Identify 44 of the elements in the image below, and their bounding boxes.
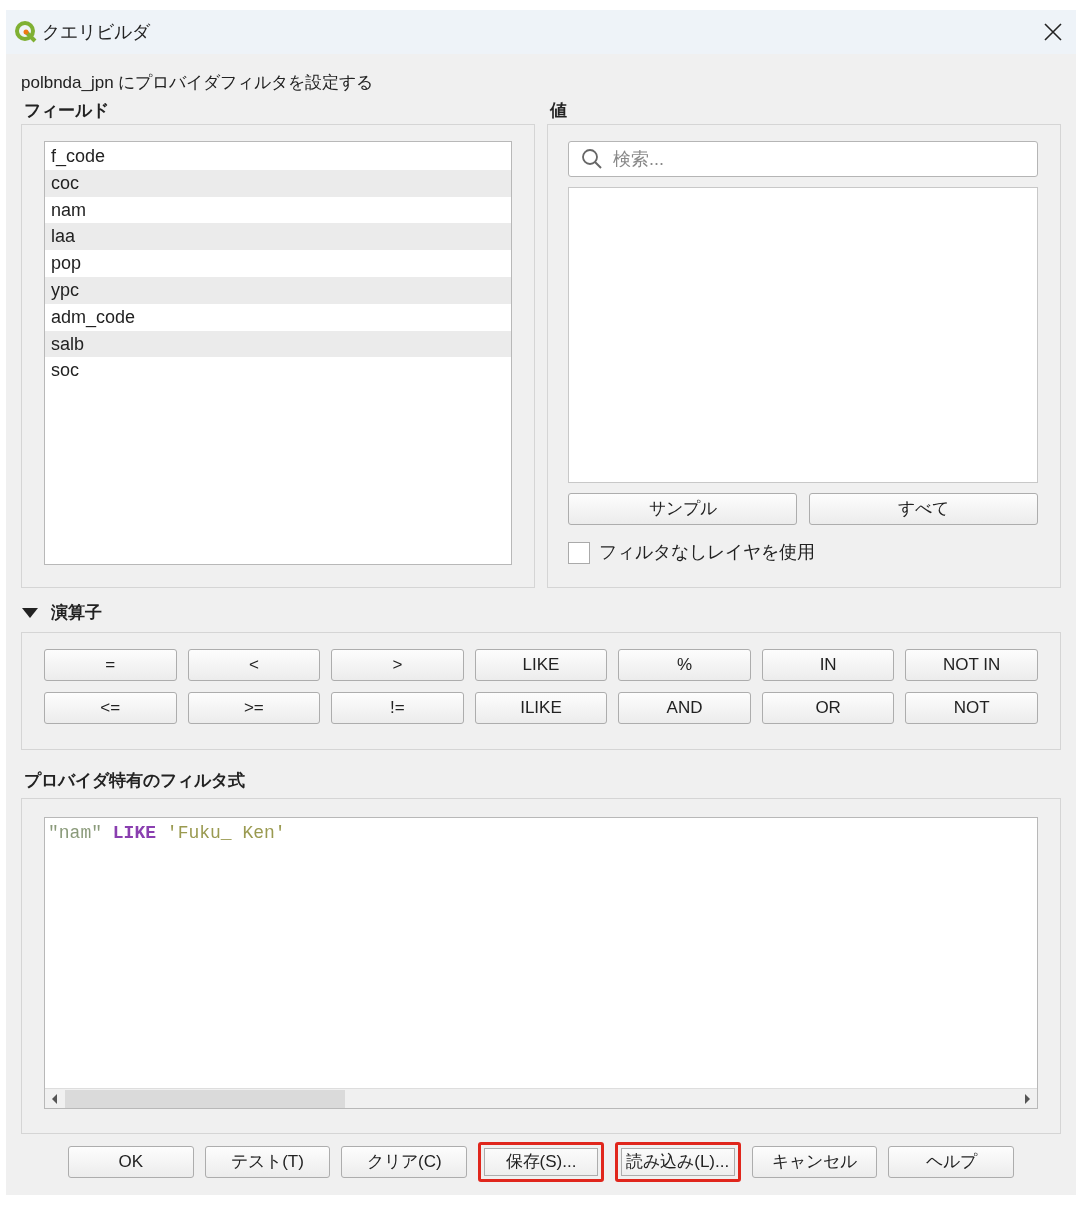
push-button[interactable]: AND [618, 692, 751, 724]
push-button[interactable]: > [331, 649, 464, 681]
section-label: プロバイダ特有のフィルタ式 [23, 770, 246, 792]
collapse-triangle-icon[interactable] [21, 607, 39, 619]
push-button[interactable]: LIKE [474, 649, 608, 681]
window-title: クエリビルダ [42, 20, 150, 44]
push-button[interactable]: クリア(C) [341, 1146, 468, 1178]
section-label: フィールド [23, 100, 110, 122]
search-icon [581, 148, 603, 170]
expression-editor[interactable]: "nam" LIKE 'Fuku_ Ken' [44, 817, 1038, 1109]
push-button[interactable]: OR [761, 692, 895, 724]
push-button[interactable]: = [44, 649, 177, 681]
push-button[interactable]: ILIKE [474, 692, 608, 724]
field-item[interactable]: laa [45, 223, 511, 251]
section-label: 値 [549, 100, 568, 122]
checkbox-label: フィルタなしレイヤを使用 [599, 541, 815, 564]
push-button[interactable]: 読み込み(L)... [614, 1142, 741, 1182]
push-button[interactable]: % [618, 649, 751, 681]
checkbox[interactable] [568, 541, 590, 564]
push-button[interactable]: < [187, 649, 321, 681]
push-button[interactable]: OK [68, 1146, 194, 1178]
push-button[interactable]: != [331, 692, 464, 724]
field-item[interactable]: ypc [45, 277, 511, 304]
app-logo-icon [14, 20, 38, 44]
field-item[interactable]: coc [45, 169, 511, 197]
push-button[interactable]: NOT [905, 692, 1038, 724]
push-button[interactable]: キャンセル [751, 1146, 878, 1178]
push-button[interactable]: ヘルプ [888, 1146, 1014, 1178]
scrollbar-thumb[interactable] [65, 1089, 345, 1108]
section-label: 演算子 [51, 602, 102, 625]
push-button[interactable]: >= [187, 692, 321, 724]
expression-code: "nam" LIKE 'Fuku_ Ken' [48, 823, 286, 843]
push-button[interactable]: 保存(S)... [478, 1142, 604, 1182]
dialog-subtitle: polbnda_jpn にプロバイダフィルタを設定する [21, 72, 375, 94]
push-button[interactable]: サンプル [568, 493, 797, 525]
search-input[interactable]: 検索... [613, 145, 1025, 173]
push-button[interactable]: <= [44, 692, 177, 724]
close-icon[interactable] [1044, 23, 1062, 41]
field-item[interactable]: salb [45, 330, 511, 358]
search-field[interactable]: 検索... [568, 141, 1038, 177]
push-button[interactable]: IN [761, 649, 895, 681]
push-button[interactable]: NOT IN [905, 649, 1038, 681]
push-button[interactable]: すべて [809, 493, 1038, 525]
push-button[interactable]: テスト(T) [204, 1146, 331, 1178]
